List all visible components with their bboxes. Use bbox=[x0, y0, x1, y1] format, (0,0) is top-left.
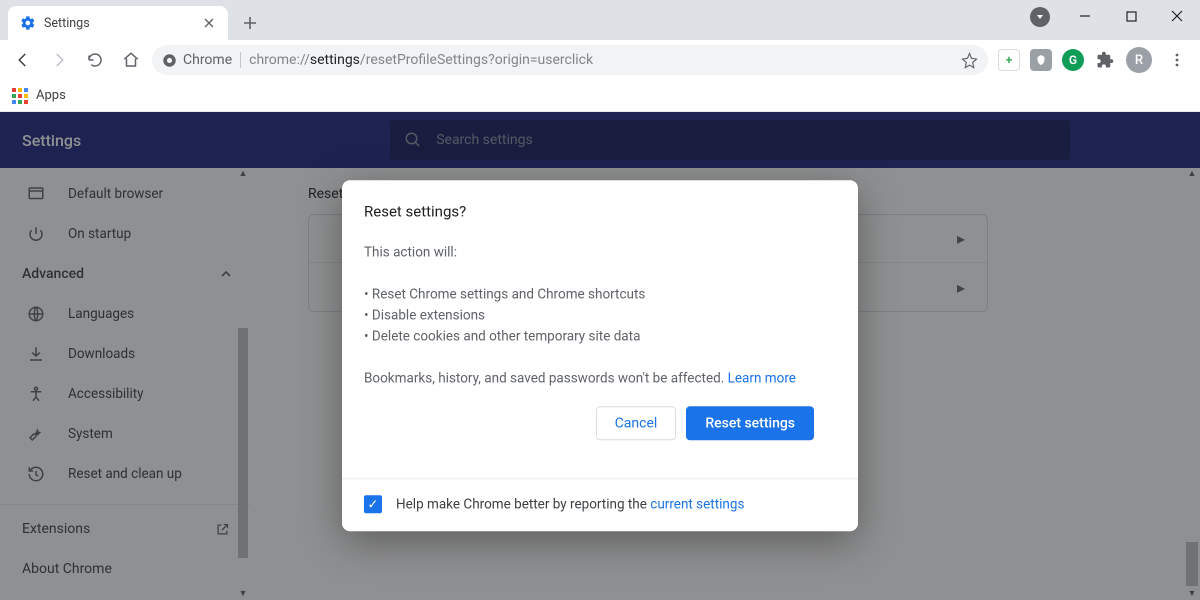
dialog-text: This action will: • Reset Chrome setting… bbox=[364, 242, 836, 388]
forward-button[interactable] bbox=[44, 45, 74, 75]
minimize-button[interactable] bbox=[1062, 0, 1108, 32]
extension-icon-1[interactable]: + bbox=[998, 49, 1020, 71]
reset-settings-button[interactable]: Reset settings bbox=[686, 407, 814, 441]
current-settings-link[interactable]: current settings bbox=[650, 497, 744, 513]
footer-text: Help make Chrome better by reporting the bbox=[396, 497, 650, 513]
browser-toolbar: Chrome chrome://settings/resetProfileSet… bbox=[0, 40, 1200, 80]
bookmarks-bar: Apps bbox=[0, 80, 1200, 112]
close-tab-icon[interactable] bbox=[200, 14, 218, 32]
profile-dropdown-icon[interactable] bbox=[1030, 7, 1050, 27]
close-window-button[interactable] bbox=[1154, 0, 1200, 32]
gear-icon bbox=[20, 15, 36, 31]
cancel-button[interactable]: Cancel bbox=[596, 407, 677, 441]
chrome-icon bbox=[162, 53, 177, 68]
report-checkbox[interactable]: ✓ bbox=[364, 496, 382, 514]
bookmark-star-icon[interactable] bbox=[961, 52, 978, 69]
separator bbox=[240, 52, 241, 68]
maximize-button[interactable] bbox=[1108, 0, 1154, 32]
profile-avatar[interactable]: R bbox=[1126, 47, 1152, 73]
site-chip: Chrome bbox=[162, 52, 232, 68]
home-button[interactable] bbox=[116, 45, 146, 75]
reset-settings-dialog: Reset settings? This action will: • Rese… bbox=[342, 180, 858, 531]
back-button[interactable] bbox=[8, 45, 38, 75]
settings-app: Settings Default browser On startup Adva… bbox=[0, 112, 1200, 600]
window-titlebar: Settings bbox=[0, 0, 1200, 40]
chrome-menu-icon[interactable] bbox=[1162, 45, 1192, 75]
learn-more-link[interactable]: Learn more bbox=[728, 370, 796, 386]
apps-grid-icon[interactable] bbox=[12, 88, 28, 104]
tab-title: Settings bbox=[44, 16, 90, 31]
dialog-footer: ✓ Help make Chrome better by reporting t… bbox=[342, 479, 858, 532]
extension-icon-2[interactable] bbox=[1030, 49, 1052, 71]
dialog-title: Reset settings? bbox=[364, 202, 836, 220]
window-controls bbox=[1062, 0, 1200, 32]
extension-icons: + G R bbox=[994, 45, 1192, 75]
site-label: Chrome bbox=[183, 52, 232, 68]
browser-tab[interactable]: Settings bbox=[8, 6, 228, 40]
extensions-menu-icon[interactable] bbox=[1094, 49, 1116, 71]
url-text: chrome://settings/resetProfileSettings?o… bbox=[249, 52, 593, 68]
reload-button[interactable] bbox=[80, 45, 110, 75]
address-bar[interactable]: Chrome chrome://settings/resetProfileSet… bbox=[152, 45, 988, 75]
apps-label[interactable]: Apps bbox=[36, 88, 66, 103]
extension-icon-3[interactable]: G bbox=[1062, 49, 1084, 71]
new-tab-button[interactable] bbox=[236, 9, 264, 37]
